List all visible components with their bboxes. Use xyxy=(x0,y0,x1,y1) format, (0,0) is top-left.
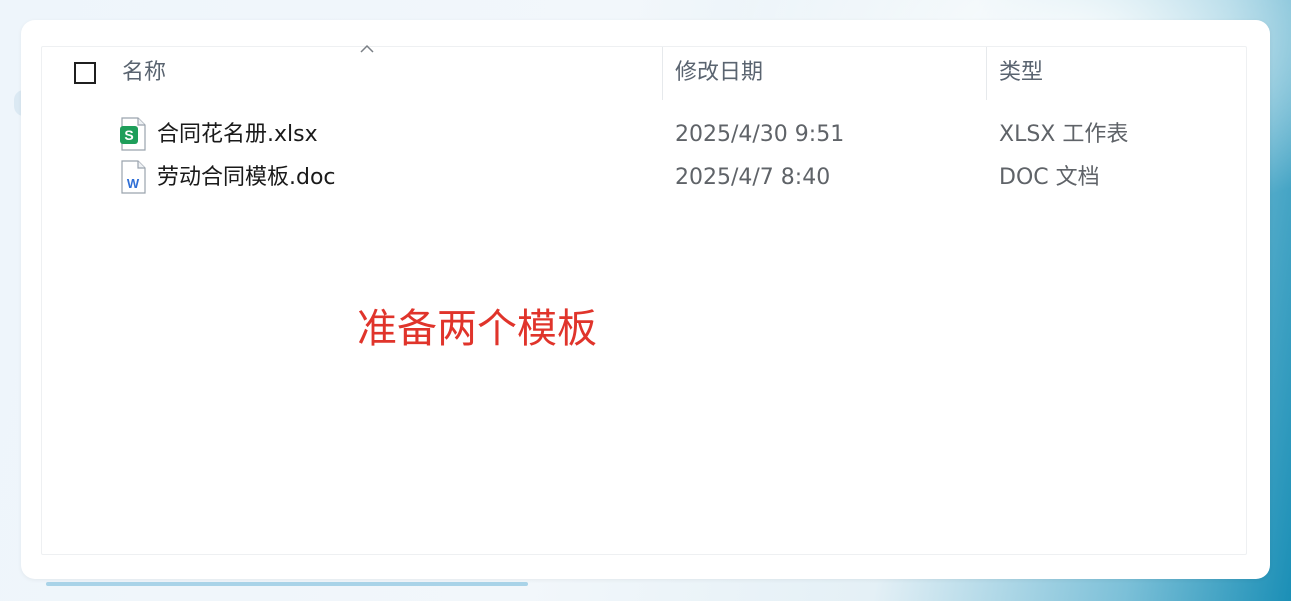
spreadsheet-file-icon: S xyxy=(120,117,146,151)
word-document-file-icon: W xyxy=(121,160,146,194)
file-modified-date: 2025/4/7 8:40 xyxy=(675,165,831,190)
file-type: XLSX 工作表 xyxy=(999,122,1129,147)
column-divider[interactable] xyxy=(662,47,663,100)
column-divider[interactable] xyxy=(986,47,987,100)
annotation-text: 准备两个模板 xyxy=(357,306,597,352)
file-explorer-window: 名称 修改日期 类型 S 合同花名册.xlsx 2025/4/30 9:51 X… xyxy=(21,20,1270,586)
file-row[interactable]: W 劳动合同模板.doc 2025/4/7 8:40 DOC 文档 xyxy=(21,158,1270,198)
horizontal-scrollbar[interactable] xyxy=(46,582,528,586)
file-modified-date: 2025/4/30 9:51 xyxy=(675,122,845,147)
file-row[interactable]: S 合同花名册.xlsx 2025/4/30 9:51 XLSX 工作表 xyxy=(21,115,1270,155)
select-all-checkbox[interactable] xyxy=(74,62,96,84)
svg-text:W: W xyxy=(127,176,140,191)
file-type: DOC 文档 xyxy=(999,165,1100,190)
column-header-date[interactable]: 修改日期 xyxy=(675,60,763,86)
file-name[interactable]: 劳动合同模板.doc xyxy=(157,164,336,192)
column-header-row xyxy=(21,46,1270,102)
chevron-up-icon[interactable] xyxy=(360,44,374,54)
svg-text:S: S xyxy=(124,127,133,143)
column-header-type[interactable]: 类型 xyxy=(999,60,1043,86)
column-header-name[interactable]: 名称 xyxy=(122,60,166,86)
file-name[interactable]: 合同花名册.xlsx xyxy=(157,121,318,149)
